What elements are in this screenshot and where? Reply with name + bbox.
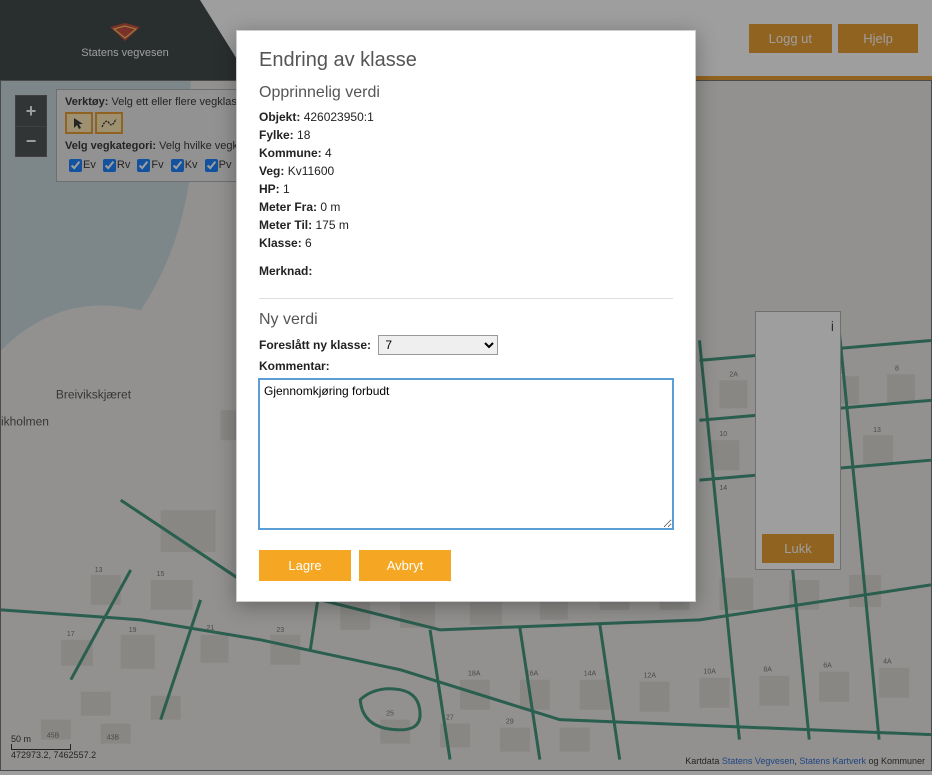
orig-values: Objekt: 426023950:1 Fylke: 18 Kommune: 4… — [259, 108, 673, 280]
save-button[interactable]: Lagre — [259, 550, 351, 581]
orig-heading: Opprinnelig verdi — [259, 84, 673, 102]
ny-heading: Ny verdi — [259, 311, 673, 329]
kommentar-row: Kommentar: — [259, 359, 673, 373]
divider — [259, 298, 673, 299]
kommentar-textarea[interactable] — [259, 379, 673, 529]
edit-class-modal: Endring av klasse Opprinnelig verdi Obje… — [236, 30, 696, 602]
kommentar-label: Kommentar: — [259, 359, 330, 373]
ny-klasse-label: Foreslått ny klasse: — [259, 338, 371, 352]
modal-buttons: Lagre Avbryt — [259, 550, 673, 581]
ny-klasse-select[interactable]: 7 — [378, 335, 498, 355]
modal-overlay: Endring av klasse Opprinnelig verdi Obje… — [0, 0, 932, 775]
ny-klasse-row: Foreslått ny klasse: 7 — [259, 335, 673, 355]
cancel-button[interactable]: Avbryt — [359, 550, 451, 581]
modal-title: Endring av klasse — [259, 49, 673, 72]
